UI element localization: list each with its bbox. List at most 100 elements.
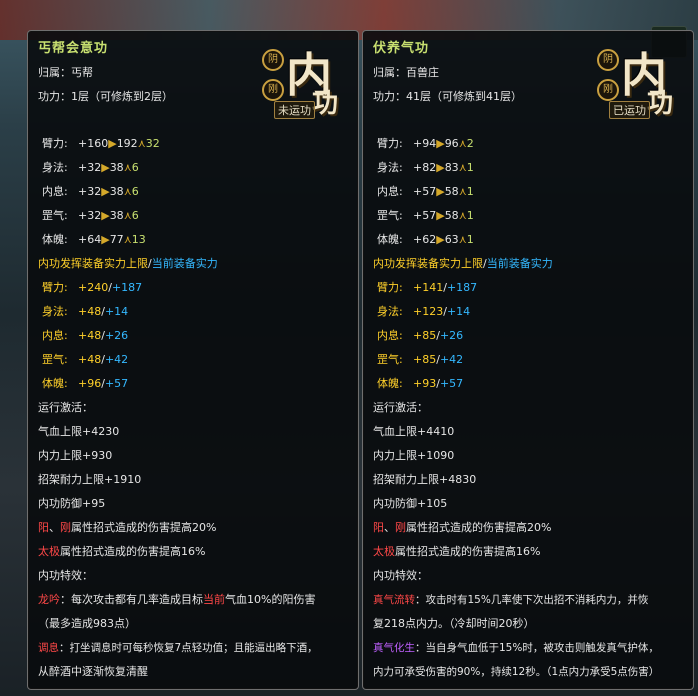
stat-base: +32 [78, 161, 102, 174]
bonus-row: 太极属性招式造成的伤害提高16% [373, 545, 540, 559]
special-name: 真气流转 [373, 594, 415, 606]
level-value: 1层（可修炼到2层） [71, 90, 173, 103]
stat-label: 内息: [42, 185, 68, 198]
stat-label: 臂力: [42, 137, 68, 150]
bonus-sep: 、 [49, 521, 60, 534]
arrow-icon: ▶ [101, 161, 110, 174]
bonus-attr: 太极 [38, 545, 60, 558]
equip-current: +57 [439, 377, 464, 390]
bonus-attr: 刚 [395, 521, 406, 534]
activate-item: 气血上限+4230 [38, 425, 120, 438]
equip-cap: +48 [78, 353, 102, 366]
equip-stat-row: 身法: +48/+14 [42, 305, 129, 318]
equip-current: +26 [104, 329, 129, 342]
stat-label: 身法: [377, 161, 403, 174]
stat-inc: 6 [131, 185, 139, 198]
base-stat-row: 臂力: +160▶192⋏32 [38, 137, 160, 151]
activate-item: 气血上限+4410 [373, 425, 455, 438]
stat-inc: 1 [466, 161, 474, 174]
skill-title: 丐帮会意功 [38, 41, 109, 56]
equip-current: +14 [446, 305, 471, 318]
special-text: ：当自身气血低于15%时，被攻击则触发真气护体， [415, 642, 659, 654]
special-name: 调息 [38, 642, 59, 654]
base-stat-row: 身法: +32▶38⋏6 [38, 161, 139, 175]
up-icon: ⋏ [123, 233, 132, 246]
bonus-row: 阳、刚属性招式造成的伤害提高20% [373, 521, 551, 535]
equip-header-current: 当前装备实力 [151, 257, 218, 270]
arrow-icon: ▶ [436, 209, 445, 222]
stat-inc: 13 [131, 233, 146, 246]
equip-current: +14 [104, 305, 129, 318]
up-icon: ⋏ [458, 209, 467, 222]
equip-cap: +48 [78, 329, 102, 342]
bonus-text: 属性招式造成的伤害提高16% [395, 545, 541, 558]
equip-current: +42 [439, 353, 464, 366]
up-icon: ⋏ [458, 233, 467, 246]
bonus-attr: 阳 [373, 521, 384, 534]
stat-max: 63 [444, 233, 459, 246]
bonus-row: 阳、刚属性招式造成的伤害提高20% [38, 521, 216, 535]
equip-cap: +48 [78, 305, 102, 318]
stat-label: 身法: [42, 305, 68, 318]
arrow-icon: ▶ [436, 233, 445, 246]
arrow-icon: ▶ [101, 185, 110, 198]
gang-icon: 刚 [597, 79, 619, 101]
level-value: 41层（可修炼到41层） [406, 90, 522, 103]
stat-base: +32 [78, 185, 102, 198]
equip-current: +187 [111, 281, 143, 294]
base-stat-row: 体魄: +62▶63⋏1 [373, 233, 474, 247]
special-row: 真气化生：当自身气血低于15%时，被攻击则触发真气护体， [373, 641, 659, 655]
stat-inc: 1 [466, 185, 474, 198]
stat-inc: 6 [131, 209, 139, 222]
equip-stat-row: 身法: +123/+14 [377, 305, 471, 318]
base-stat-row: 内息: +57▶58⋏1 [373, 185, 474, 199]
special-header: 内功特效： [373, 569, 428, 582]
equip-header-cap: 内功发挥装备实力上限 [38, 257, 148, 270]
base-stat-row: 罡气: +32▶38⋏6 [38, 209, 139, 223]
up-icon: ⋏ [123, 185, 132, 198]
stat-label: 体魄: [42, 233, 68, 246]
yin-icon: 阴 [597, 49, 619, 71]
stat-max: 192 [116, 137, 138, 150]
stat-max: 58 [444, 185, 459, 198]
equip-current: +187 [446, 281, 478, 294]
up-icon: ⋏ [123, 209, 132, 222]
skill-tooltip-left: 丐帮会意功 阴 刚 内 功 未运功 归属：丐帮 功力：1层（可修炼到2层） 臂力… [27, 30, 359, 690]
belong-label: 归属： [38, 66, 71, 79]
equip-current: +42 [104, 353, 129, 366]
equip-stat-row: 罡气: +48/+42 [42, 353, 129, 366]
equip-header-current: 当前装备实力 [486, 257, 553, 270]
base-stat-row: 体魄: +64▶77⋏13 [38, 233, 146, 247]
stat-label: 臂力: [377, 137, 403, 150]
arrow-icon: ▶ [101, 209, 110, 222]
up-icon: ⋏ [458, 161, 467, 174]
bonus-sep: 、 [384, 521, 395, 534]
yin-icon: 阴 [262, 49, 284, 71]
stat-label: 臂力: [42, 281, 68, 294]
arrow-icon: ▶ [436, 161, 445, 174]
equip-header-cap: 内功发挥装备实力上限 [373, 257, 483, 270]
stat-inc: 1 [466, 209, 474, 222]
equip-cap: +93 [413, 377, 437, 390]
bonus-text: 属性招式造成的伤害提高20% [71, 521, 217, 534]
special-text: ：每次攻击都有几率造成目标 [60, 593, 203, 606]
base-stat-row: 身法: +82▶83⋏1 [373, 161, 474, 175]
equip-cap: +123 [413, 305, 444, 318]
neigong-badge: 阴 刚 内 功 已运功 [595, 39, 685, 129]
arrow-icon: ▶ [101, 233, 110, 246]
stat-inc: 6 [131, 161, 139, 174]
stat-label: 内息: [42, 329, 68, 342]
activate-item: 内功防御+105 [373, 497, 448, 510]
equip-stat-row: 体魄: +96/+57 [42, 377, 129, 390]
special-highlight: 当前 [203, 593, 225, 606]
equip-stat-row: 内息: +85/+26 [377, 329, 464, 342]
stat-inc: 32 [145, 137, 160, 150]
stat-base: +82 [413, 161, 437, 174]
bonus-attr: 太极 [373, 545, 395, 558]
equip-cap: +85 [413, 353, 437, 366]
neigong-badge: 阴 刚 内 功 未运功 [260, 39, 350, 129]
belong-row: 归属：百兽庄 [373, 66, 439, 80]
equip-current: +26 [439, 329, 464, 342]
arrow-icon: ▶ [436, 185, 445, 198]
stat-max: 38 [109, 185, 124, 198]
